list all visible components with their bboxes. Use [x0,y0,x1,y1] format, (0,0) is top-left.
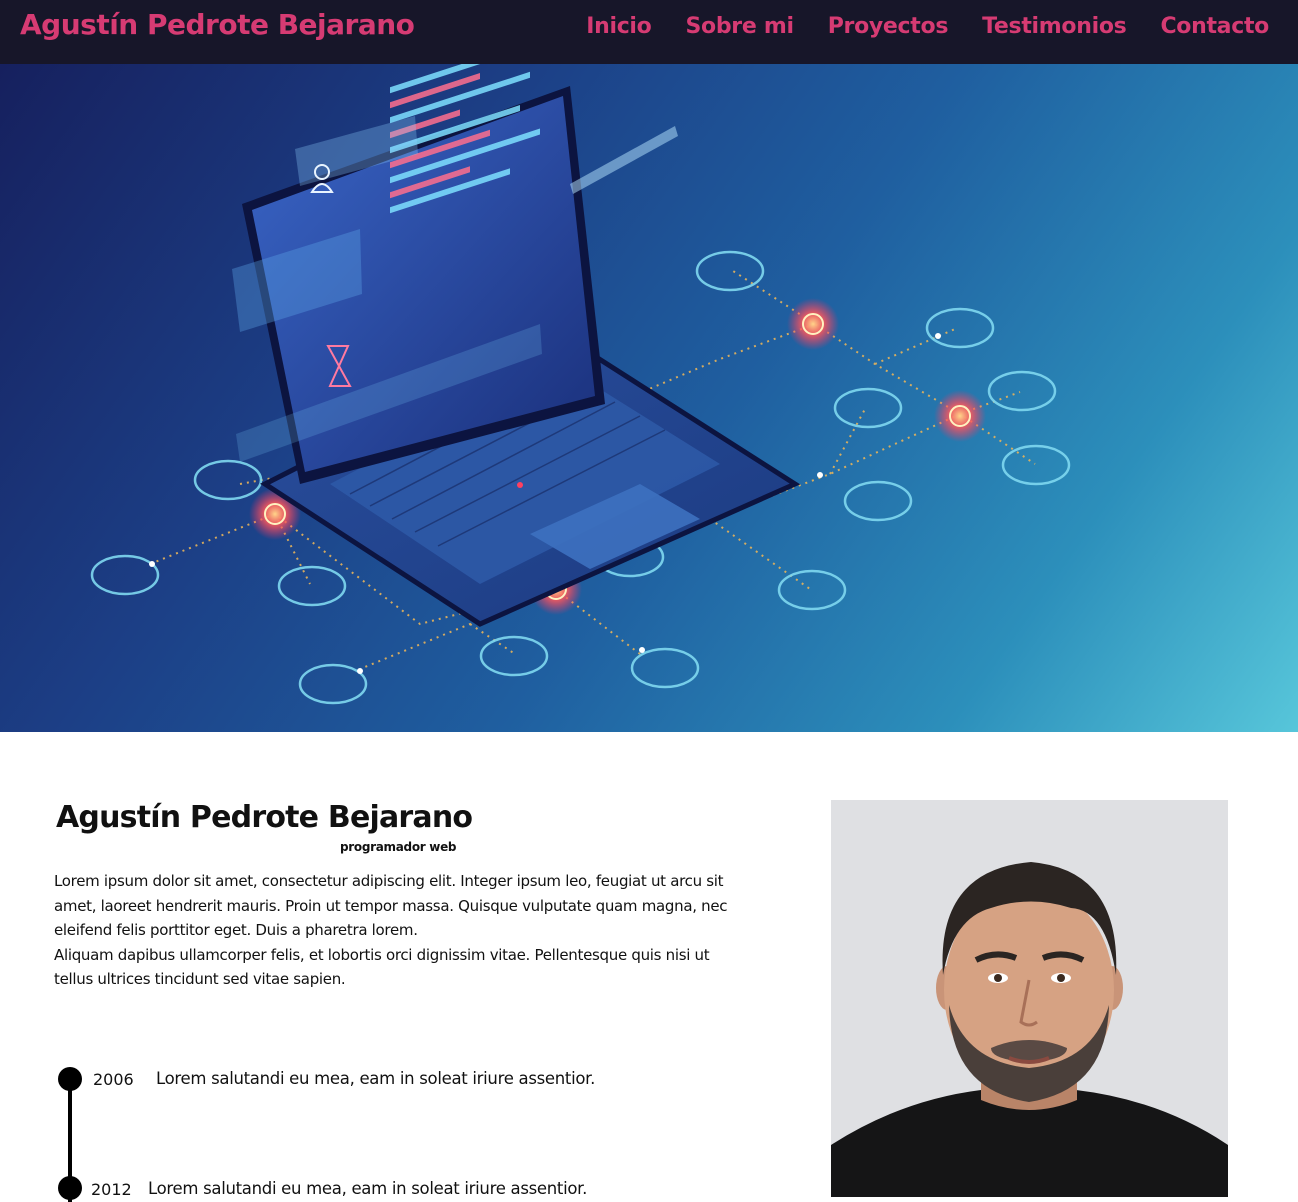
bio-paragraph: Aliquam dapibus ullamcorper felis, et lo… [54,945,710,989]
about-bio: Lorem ipsum dolor sit amet, consectetur … [54,869,734,992]
timeline-year: 2006 [93,1070,134,1089]
timeline-dot [58,1176,82,1200]
about-role-subtitle: programador web [340,840,457,854]
timeline-text: Lorem salutandi eu mea, eam in soleat ir… [148,1179,588,1198]
nav-link-proyectos[interactable]: Proyectos [828,14,949,39]
about-name-heading: Agustín Pedrote Bejarano [56,800,473,835]
nav-link-contacto[interactable]: Contacto [1160,14,1269,39]
brand-logo[interactable]: Agustín Pedrote Bejarano [20,8,415,41]
nav-link-inicio[interactable]: Inicio [586,14,652,39]
nav-link-sobre-mi[interactable]: Sobre mi [686,14,795,39]
timeline-dot [58,1067,82,1091]
bio-paragraph: Lorem ipsum dolor sit amet, consectetur … [54,872,728,939]
hero-banner [0,64,1298,732]
timeline-text: Lorem salutandi eu mea, eam in soleat ir… [156,1069,596,1088]
navbar: Agustín Pedrote Bejarano Inicio Sobre mi… [0,0,1298,64]
hero-illustration [90,64,1071,705]
main-nav: Inicio Sobre mi Proyectos Testimonios Co… [586,14,1269,39]
timeline-year: 2012 [91,1180,132,1199]
nav-link-testimonios[interactable]: Testimonios [982,14,1127,39]
profile-portrait-image [831,800,1228,1197]
profile-photo [831,800,1228,1197]
